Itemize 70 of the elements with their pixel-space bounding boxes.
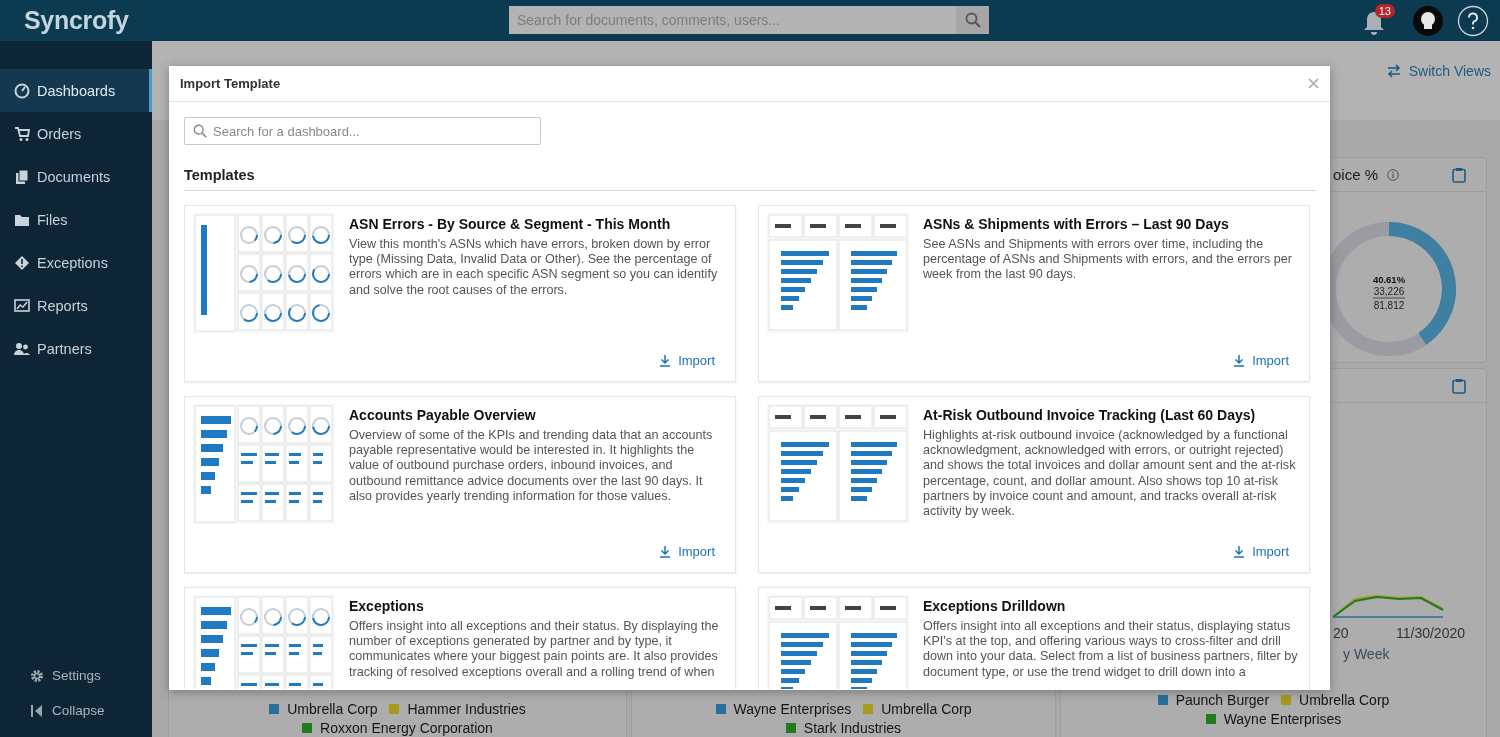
template-title: At-Risk Outbound Invoice Tracking (Last 60 Days) xyxy=(923,407,1257,423)
gauge-numerator: 33,226 xyxy=(1373,286,1405,297)
sidebar-item[interactable]: Documents xyxy=(0,155,152,198)
sidebar-item[interactable]: Reports xyxy=(0,284,152,327)
sidebar-item[interactable]: Exceptions xyxy=(0,241,152,284)
legend-label: Wayne Enterprises xyxy=(1223,711,1342,727)
legend-label: Umbrella Corp xyxy=(881,701,972,717)
panel-title: oice % xyxy=(1333,166,1379,183)
info-icon[interactable] xyxy=(1387,168,1400,181)
gauge-denominator: 81,812 xyxy=(1373,300,1405,311)
axis-title: y Week xyxy=(1343,646,1391,662)
search-field[interactable]: Search for a dashboard... xyxy=(184,117,541,145)
dialog-title: Import Template xyxy=(180,76,281,91)
import-link[interactable]: Import xyxy=(1233,353,1289,368)
download-icon xyxy=(659,545,672,558)
template-title: Accounts Payable Overview xyxy=(349,407,537,423)
template-description: Highlights at-risk outbound invoice (acknowledged by a functional acknowledgment, acknowledged with errors, or outright rejected) and shows the total invoices and dollar amount sent and the at-risk percentage, count, and dollar amount. Also shows top 10 at-risk partners by invoice count and amount, and tracks overall at-risk activity by week. xyxy=(923,428,1297,520)
template-description: See ASNs and Shipments with errors over time, including the percentage of ASNs and Shipments with errors, and the errors per week from the last 90 days. xyxy=(923,237,1293,283)
notification-button[interactable]: 13 xyxy=(1361,4,1395,37)
help-icon[interactable] xyxy=(1457,4,1489,37)
clipboard-icon[interactable] xyxy=(1452,377,1466,394)
template-title: Exceptions Drilldown xyxy=(923,598,1067,614)
axis-label: 20 xyxy=(1333,625,1349,641)
template-description: Overview of some of the KPIs and trending data that an accounts payable representative would be interested in. It highlights the value of outbound purchase orders, inbound invoices, and outbound remittance advice documents over the last 90 days. It also provides yearly trending information for those values. xyxy=(349,428,714,504)
legend-label: Hammer Industries xyxy=(407,701,526,717)
clipboard-icon[interactable] xyxy=(1452,166,1466,183)
gear-icon xyxy=(30,668,44,683)
sidebar-item[interactable]: Files xyxy=(0,198,152,241)
search-button[interactable] xyxy=(956,6,989,34)
sidebar-link[interactable]: Collapse xyxy=(0,693,152,728)
import-link[interactable]: Import xyxy=(659,544,715,559)
legend-label: Umbrella Corp xyxy=(1299,692,1390,708)
legend-label: Stark Industries xyxy=(803,720,902,736)
diamond-icon xyxy=(14,254,30,271)
documents-icon xyxy=(14,168,30,185)
template-description: Offers insight into all exceptions and their status, displaying status KPI's at the top, and offering various ways to cross-filter and drill down into your data. Select from a list of business partners, filter by document type, or use the trend widget to drill down into a xyxy=(923,619,1299,680)
gauge-icon xyxy=(14,82,30,99)
import-link[interactable]: Import xyxy=(659,353,715,368)
template-title: ASN Errors - By Source & Segment - This Month xyxy=(349,216,672,232)
template-title: Exceptions xyxy=(349,598,425,614)
sidebar-item[interactable]: Partners xyxy=(0,327,152,370)
download-icon xyxy=(1233,545,1246,558)
logo[interactable]: Syncrofy xyxy=(24,6,129,35)
template-description: Offers insight into all exceptions and their status. By displaying the number of exceptions generated by partner and by type, it communicates where your biggest pain points are. It also provides tracking of resolved exceptions overall and a rolling trend of when xyxy=(349,619,720,680)
chart-icon xyxy=(14,297,30,314)
legend-label: Umbrella Corp xyxy=(287,701,378,717)
section-heading: Templates xyxy=(184,167,1316,191)
cart-icon xyxy=(14,125,30,142)
axis-label: 11/30/2020 xyxy=(1395,625,1465,641)
notification-badge: 13 xyxy=(1374,4,1395,18)
legend-label: Wayne Enterprises xyxy=(733,701,852,717)
gauge-percent: 40.61% xyxy=(1372,274,1406,285)
swap-icon xyxy=(1386,64,1401,78)
download-icon xyxy=(1233,354,1246,367)
people-icon xyxy=(14,340,30,357)
sidebar-item[interactable]: Dashboards xyxy=(0,69,152,112)
template-title: ASNs & Shipments with Errors – Last 90 Days xyxy=(923,216,1230,232)
sidebar-item[interactable]: Orders xyxy=(0,112,152,155)
download-icon xyxy=(659,354,672,367)
avatar-icon[interactable] xyxy=(1413,5,1443,36)
legend-label: Paunch Burger xyxy=(1175,692,1270,708)
search-icon xyxy=(964,12,981,28)
collapse-icon xyxy=(30,703,44,718)
import-link[interactable]: Import xyxy=(1233,544,1289,559)
switch-views-link[interactable]: Switch Views xyxy=(1386,63,1491,79)
legend-label: Roxxon Energy Corporation xyxy=(320,720,493,736)
close-icon[interactable] xyxy=(1308,78,1319,89)
template-description: View this month's ASNs which have errors, broken down by error type (Missing Data, Invalid Data or Other). See the percentage of errors which are in each specific ASN segment so you can identify and solve the root causes of the errors. xyxy=(349,237,719,298)
search-icon xyxy=(193,124,207,138)
sidebar-link[interactable]: Settings xyxy=(0,658,152,693)
